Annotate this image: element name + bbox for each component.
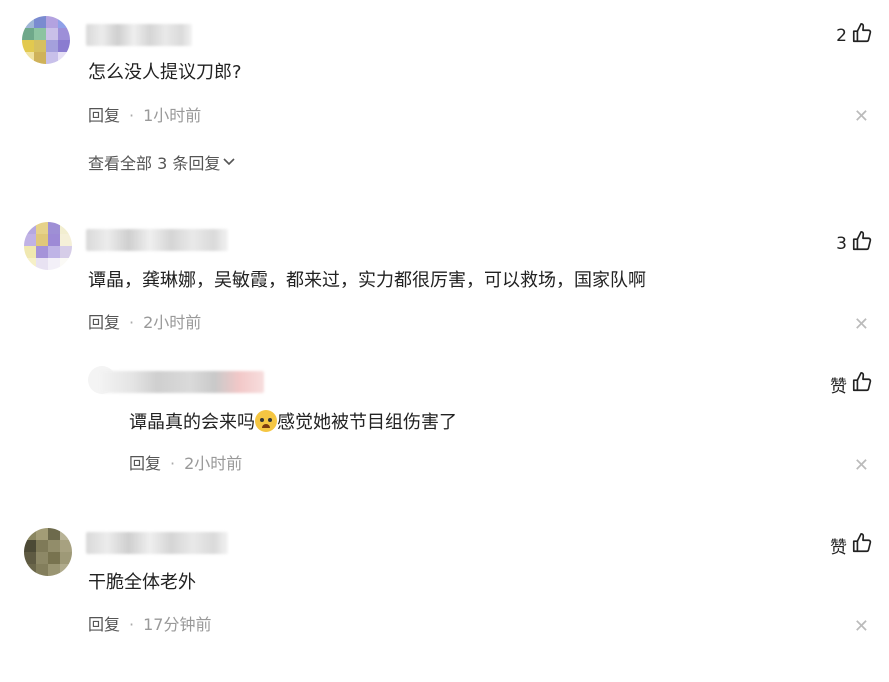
avatar[interactable] <box>24 528 72 576</box>
like-count: 3 <box>836 233 847 254</box>
comment-text: 谭晶，龚琳娜，吴敏霞，都来过，实力都很厉害，可以救场，国家队啊 <box>88 270 646 291</box>
reply-meta: 回复 · 2小时前 <box>129 453 242 475</box>
like-button[interactable]: 赞 <box>830 532 873 559</box>
avatar[interactable] <box>24 222 72 270</box>
comment-meta: 回复 · 2小时前 <box>88 312 201 334</box>
close-icon[interactable]: ✕ <box>854 316 869 334</box>
reply-button[interactable]: 回复 <box>88 312 120 334</box>
close-icon[interactable]: ✕ <box>854 457 869 475</box>
close-icon[interactable]: ✕ <box>854 618 869 636</box>
comment-meta: 回复 · 17分钟前 <box>88 614 211 636</box>
reply-text-part-2: 感觉她被节目组伤害了 <box>277 412 457 433</box>
reply-button[interactable]: 回复 <box>88 614 120 636</box>
like-label: 赞 <box>830 538 847 558</box>
comment-text: 干脆全体老外 <box>88 572 196 593</box>
thumbs-up-icon <box>851 22 873 49</box>
thumbs-up-icon <box>851 230 873 257</box>
crying-face-emoji <box>255 410 277 432</box>
separator-dot: · <box>129 106 135 125</box>
reply-button[interactable]: 回复 <box>129 453 161 475</box>
thumbs-up-icon <box>851 532 873 559</box>
username-blurred[interactable] <box>86 24 192 46</box>
reply-text: 谭晶真的会来吗 感觉她被节目组伤害了 <box>129 410 457 435</box>
like-count: 2 <box>836 25 847 46</box>
timestamp: 2小时前 <box>143 313 202 332</box>
timestamp: 17分钟前 <box>143 615 212 634</box>
username-blurred[interactable] <box>86 532 228 554</box>
username-blurred[interactable] <box>86 229 228 251</box>
expand-replies-label: 查看全部 3 条回复 <box>88 154 221 173</box>
chevron-down-icon <box>222 153 236 172</box>
like-button[interactable]: 3 <box>836 230 873 257</box>
reply-text-part-1: 谭晶真的会来吗 <box>129 412 255 433</box>
expand-replies-button[interactable]: 查看全部 3 条回复 <box>88 150 236 174</box>
like-button[interactable]: 赞 <box>830 371 873 398</box>
thumbs-up-icon <box>851 371 873 398</box>
separator-dot: · <box>129 313 135 332</box>
separator-dot: · <box>170 454 176 473</box>
like-button[interactable]: 2 <box>836 22 873 49</box>
separator-dot: · <box>129 615 135 634</box>
timestamp: 2小时前 <box>184 454 243 473</box>
timestamp: 1小时前 <box>143 106 202 125</box>
like-label: 赞 <box>830 377 847 397</box>
username-blurred[interactable] <box>100 371 264 393</box>
comment-meta: 回复 · 1小时前 <box>88 105 201 127</box>
close-icon[interactable]: ✕ <box>854 108 869 126</box>
reply-button[interactable]: 回复 <box>88 105 120 127</box>
avatar[interactable] <box>22 16 70 64</box>
comment-text: 怎么没人提议刀郎? <box>88 62 242 83</box>
